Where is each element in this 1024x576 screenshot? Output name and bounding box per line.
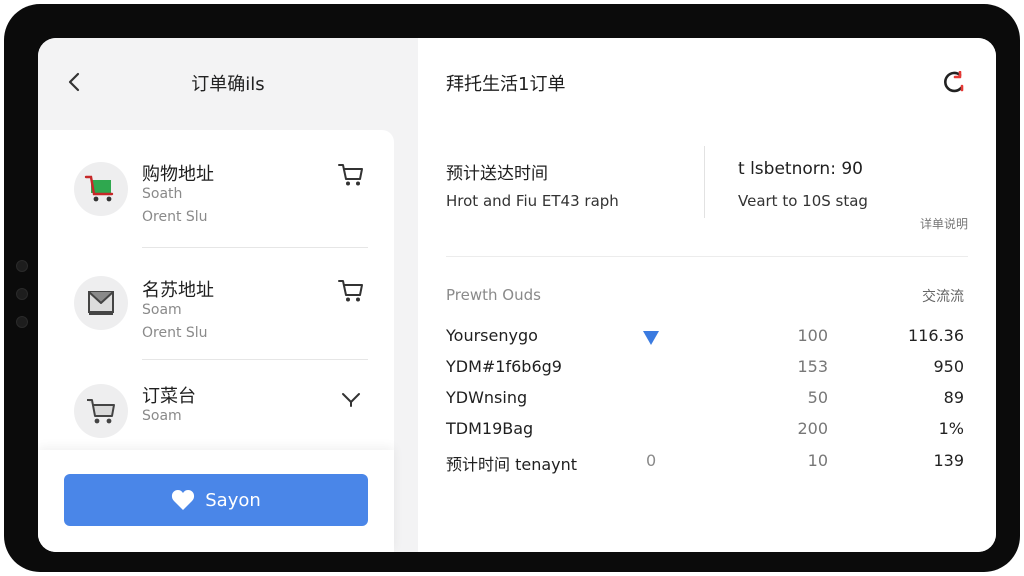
row-total: 89 — [943, 388, 964, 407]
left-header: 订单确ils — [38, 38, 418, 128]
refresh-button[interactable] — [940, 68, 968, 96]
item-line2: Orent Slu — [142, 325, 208, 341]
eta-right-label: t lsbetnorn: 90 — [738, 159, 863, 179]
tablet-frame: 订单确ils 购物地址 Soath Orent Slu 名苏地址 Soam Or… — [4, 4, 1020, 572]
cart-icon — [338, 164, 363, 186]
item-line1: Soam — [142, 302, 182, 318]
table-row: 预计时间 tenaynt 0 10 139 — [446, 451, 968, 477]
list-item-shopping-address[interactable]: 购物地址 Soath Orent Slu — [38, 130, 394, 248]
cart-icon — [87, 399, 115, 424]
cart-icon — [338, 280, 363, 302]
row-value: 153 — [797, 357, 828, 376]
table-row: TDM19Bag 200 1% — [446, 419, 968, 445]
row-extra: 0 — [646, 451, 657, 470]
eta-sub: Hrot and Fiu ET43 raph — [446, 192, 619, 210]
vertical-divider — [704, 146, 705, 218]
row-name: YDM#1f6b6g9 — [446, 357, 562, 376]
row-value: 50 — [807, 388, 828, 407]
address-list: 购物地址 Soath Orent Slu 名苏地址 Soam Orent Slu… — [38, 130, 394, 460]
heart-icon — [172, 490, 195, 510]
item-title: 订菜台 — [142, 386, 196, 407]
item-title: 购物地址 — [142, 164, 214, 185]
package-icon — [88, 291, 114, 315]
list-item-order-counter[interactable]: 订菜台 Soam — [38, 360, 394, 460]
row-name: 预计时间 tenaynt — [446, 455, 578, 474]
row-total: 139 — [933, 451, 964, 470]
cart-icon — [84, 175, 114, 202]
list-item-name-address[interactable]: 名苏地址 Soam Orent Slu — [38, 248, 394, 360]
row-total: 950 — [933, 357, 964, 376]
avatar — [74, 384, 128, 438]
bottom-bar: Sayon — [38, 450, 394, 552]
item-line1: Soam — [142, 408, 182, 424]
order-confirm-panel: 订单确ils 购物地址 Soath Orent Slu 名苏地址 Soam Or… — [38, 38, 418, 552]
sensor-dot — [16, 316, 28, 328]
table-row: Yoursenygo 100 116.36 — [446, 326, 968, 352]
row-value: 200 — [797, 419, 828, 438]
add-to-cart-button[interactable] — [336, 276, 366, 306]
add-to-cart-button[interactable] — [336, 160, 366, 190]
order-detail-panel: 拜托生活1订单 预计送达时间 Hrot and Fiu ET43 raph t … — [418, 38, 996, 552]
details-link[interactable]: 详单说明 — [920, 215, 968, 232]
table-row: YDWnsing 50 89 — [446, 388, 968, 414]
eta-label: 预计送达时间 — [446, 164, 548, 184]
item-line1: Soath — [142, 186, 183, 202]
table-header: Prewth Ouds — [446, 286, 541, 304]
row-total: 116.36 — [908, 326, 964, 345]
camera-dot — [16, 260, 28, 272]
divider — [446, 256, 968, 257]
row-name: TDM19Bag — [446, 419, 534, 438]
panel-title: 拜托生活1订单 — [446, 74, 566, 95]
sort-down-icon[interactable] — [642, 330, 660, 346]
row-value: 10 — [807, 451, 828, 470]
table-row: YDM#1f6b6g9 153 950 — [446, 357, 968, 383]
sensor-dot — [16, 288, 28, 300]
page-title: 订单确ils — [191, 74, 265, 95]
primary-button[interactable]: Sayon — [64, 474, 368, 526]
chevron-down-icon — [342, 393, 360, 407]
avatar — [74, 162, 128, 216]
row-name: YDWnsing — [446, 388, 528, 407]
eta-right-sub: Veart to 10S stag — [738, 192, 868, 210]
row-value: 100 — [797, 326, 828, 345]
row-total: 1% — [938, 419, 964, 438]
screen: 订单确ils 购物地址 Soath Orent Slu 名苏地址 Soam Or… — [38, 38, 996, 552]
refresh-icon — [944, 71, 964, 93]
expand-button[interactable] — [336, 384, 366, 414]
item-title: 名苏地址 — [142, 280, 214, 301]
item-line2: Orent Slu — [142, 209, 208, 225]
avatar — [74, 276, 128, 330]
table-header-right[interactable]: 交流流 — [922, 286, 964, 306]
row-name: Yoursenygo — [446, 326, 538, 345]
primary-button-label: Sayon — [205, 489, 261, 511]
